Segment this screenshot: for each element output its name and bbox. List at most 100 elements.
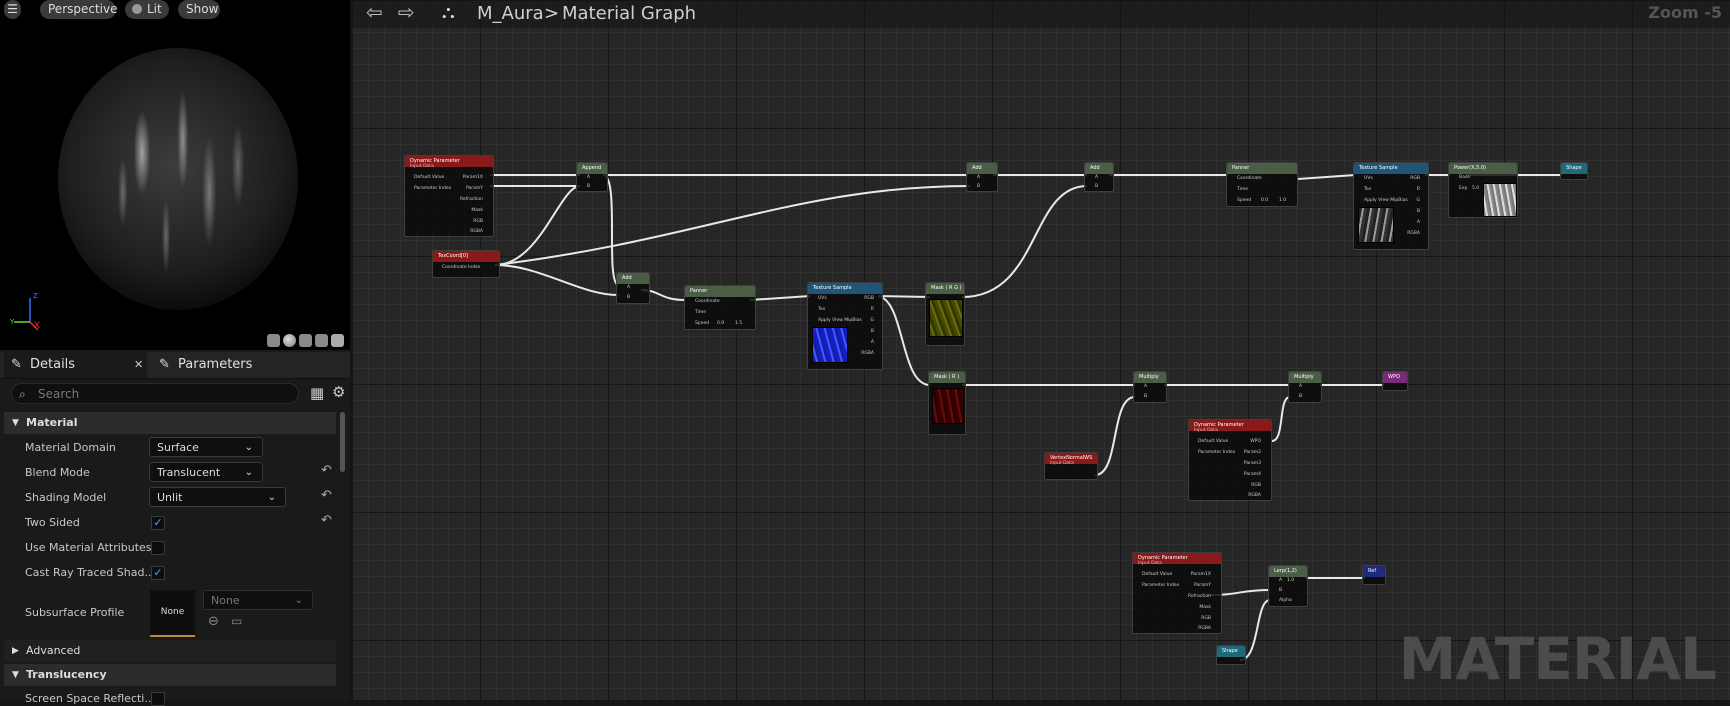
node-title: Panner <box>685 286 755 297</box>
pin-label: B <box>1095 184 1099 189</box>
pin-label: G <box>1416 198 1421 203</box>
pin-label: B <box>627 295 631 300</box>
wire <box>494 185 581 266</box>
pin-label: B <box>1144 394 1148 399</box>
wire <box>494 264 619 296</box>
pin-label: RGBA <box>470 229 483 234</box>
pin-label: 0.0 <box>717 321 725 326</box>
node-title: Add <box>967 163 997 174</box>
pin-label: R <box>870 307 874 312</box>
panner-node[interactable]: Panner Coordinate Time Speed 0.0 1.5 <box>684 285 756 330</box>
pin-label: A <box>1299 384 1303 389</box>
pin-label: RGBA <box>861 351 874 356</box>
wire <box>877 295 931 386</box>
pin-label: RGBA <box>1407 231 1420 236</box>
node-title: Shape <box>1561 163 1587 174</box>
pin-label: RGBA <box>1248 493 1261 498</box>
dynamic-parameter-node[interactable]: Dynamic Parameter Input Data Default Val… <box>1188 419 1272 501</box>
node-title: WPO <box>1383 372 1407 383</box>
pin-label: Coordinate Index <box>442 265 481 270</box>
pin-label: 1.0 <box>1279 198 1287 203</box>
pin-label: Alpha <box>1279 598 1292 603</box>
pin-label: Tex <box>818 307 826 312</box>
node-title: Append <box>577 163 607 174</box>
pin-label: Parameter Index <box>1198 450 1236 455</box>
node-title: Power(X,5.0) <box>1449 163 1517 174</box>
pin-label: 1.0 <box>1287 578 1295 583</box>
pin-label: Time <box>695 310 707 315</box>
texture-thumbnail <box>1358 207 1394 243</box>
pin-label: Speed <box>695 321 710 326</box>
pin-label: RGB <box>473 219 483 224</box>
pin-label: Refraction <box>460 197 483 202</box>
pin-label: 5.0 <box>1472 186 1480 191</box>
wire <box>1297 174 1356 180</box>
pin-label: A <box>1095 175 1099 180</box>
add-node[interactable]: Add A B <box>1084 162 1114 192</box>
pin-label: Coordinate <box>1237 176 1262 181</box>
pin-label: A <box>627 285 631 290</box>
pin-label: ParamY <box>1193 583 1211 588</box>
vertex-normal-node[interactable]: VertexNormalWS Input Data <box>1044 452 1098 480</box>
dynamic-parameter-node[interactable]: Dynamic Parameter Input Data Default Val… <box>404 155 494 237</box>
pin-label: ParamY <box>465 186 483 191</box>
add-node[interactable]: Add A B <box>966 162 998 192</box>
add-node[interactable]: Add A B <box>616 272 650 304</box>
mask-rg-node[interactable]: Mask ( R G ) <box>925 282 965 346</box>
pin-label: B <box>870 329 874 334</box>
lerp-node[interactable]: Lerp(1,2) A 1.0 B Alpha <box>1268 565 1308 607</box>
pin-label: A <box>1416 220 1420 225</box>
pin-label: RGBA <box>1198 626 1211 631</box>
texture-thumbnail <box>812 327 848 363</box>
pin-label: Mask <box>471 208 483 213</box>
shape-output-node[interactable]: Shape <box>1560 162 1588 180</box>
shape-input-node[interactable]: Shape <box>1216 645 1246 665</box>
texture-sample-node[interactable]: Texture Sample UVs Tex Apply View MipBia… <box>1353 162 1429 250</box>
mask-r-node[interactable]: Mask ( R ) <box>928 371 966 435</box>
pin-label: RGB <box>1410 176 1420 181</box>
pin-label: R <box>1416 187 1420 192</box>
texture-sample-node[interactable]: Texture Sample UVs Tex Apply View MipBia… <box>807 282 883 370</box>
pin-label: Apply View MipBias <box>1364 198 1408 203</box>
pin-label: A <box>870 340 874 345</box>
multiply-node[interactable]: Multiply A B <box>1288 371 1322 403</box>
power-preview-thumbnail <box>1483 183 1517 217</box>
pin-label: Parameter Index <box>1142 583 1180 588</box>
pin-label: A <box>1279 578 1283 583</box>
pin-label: RGB <box>1201 616 1211 621</box>
pin-label: Apply View MipBias <box>818 318 862 323</box>
pin-label: UVs <box>818 296 827 301</box>
pin-label: Speed <box>1237 198 1252 203</box>
node-title: Shape <box>1217 646 1245 657</box>
pin-label: Parameter Index <box>414 186 452 191</box>
pin-label: Param3 <box>1243 461 1261 466</box>
pin-label: Param2 <box>1243 450 1261 455</box>
append-node[interactable]: Append A B <box>576 162 608 192</box>
pin-label: Default Value <box>1198 439 1229 444</box>
texcoord-node[interactable]: TexCoord[0] Coordinate Index <box>432 250 500 278</box>
pin-label: Param1X <box>462 175 483 180</box>
pin-label: B <box>1279 588 1283 593</box>
mask-preview-thumbnail <box>932 388 964 424</box>
wpo-output-node[interactable]: WPO <box>1382 371 1408 391</box>
pin-label: B <box>977 184 981 189</box>
material-watermark: MATERIAL <box>1398 625 1717 693</box>
pin-label: Time <box>1237 187 1249 192</box>
pin-label: G <box>870 318 875 323</box>
wire <box>961 185 1088 298</box>
pin-label: 1.5 <box>735 321 743 326</box>
panner-node[interactable]: Panner Coordinate Time Speed 0.0 1.0 <box>1226 162 1298 207</box>
wire <box>877 295 931 298</box>
node-title: Mask ( R G ) <box>926 283 964 294</box>
ref-output-node[interactable]: Ref <box>1362 565 1386 585</box>
pin-label: Base <box>1459 175 1470 180</box>
dynamic-parameter-node[interactable]: Dynamic Parameter Input Data Default Val… <box>1132 552 1222 634</box>
pin-label: RGB <box>1251 483 1261 488</box>
node-title: Add <box>1085 163 1113 174</box>
node-title: Add <box>617 273 649 284</box>
node-title: Panner <box>1227 163 1297 174</box>
multiply-node[interactable]: Multiply A B <box>1133 371 1167 403</box>
pin-label: B <box>587 184 591 189</box>
power-node[interactable]: Power(X,5.0) Base Exp 5.0 <box>1448 162 1518 218</box>
pin-label: B <box>1299 394 1303 399</box>
